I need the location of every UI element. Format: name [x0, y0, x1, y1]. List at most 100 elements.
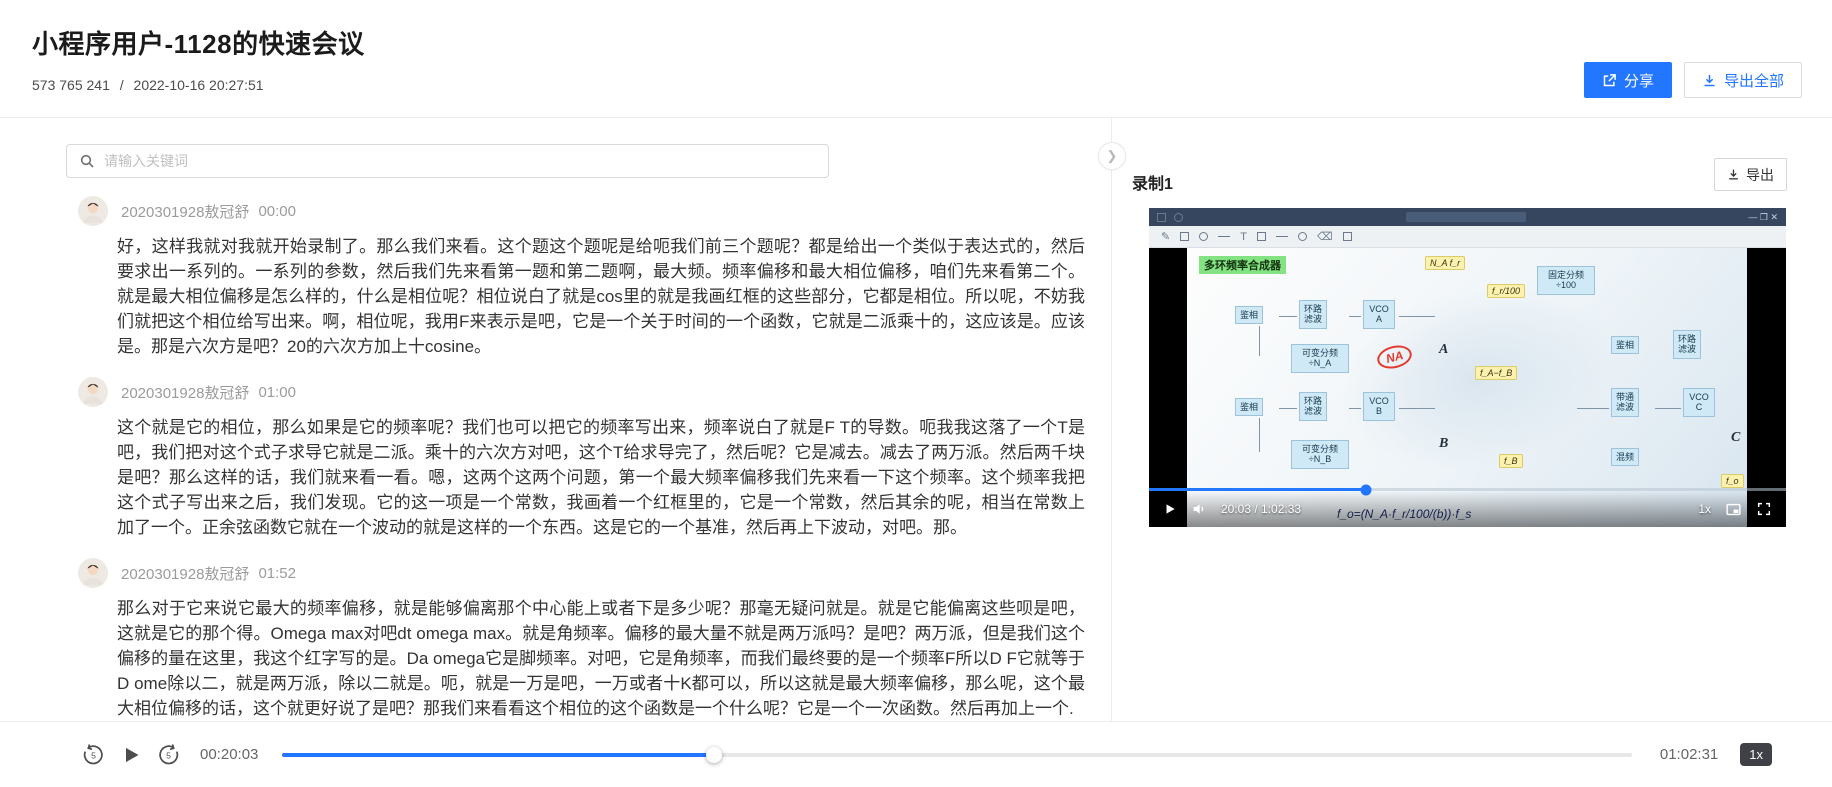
toolbar-glyph: ⌫	[1317, 230, 1333, 243]
collapse-panel-button[interactable]: ❯	[1098, 142, 1126, 170]
diagram-tag: f_A−f_B	[1475, 366, 1517, 380]
diagram-block: VCO C	[1683, 388, 1715, 417]
diagram-tag: f_B	[1499, 454, 1523, 468]
toolbar-glyph	[1276, 236, 1288, 237]
rewind-5-icon: 5	[82, 743, 105, 766]
meeting-meta: 573 765 241 / 2022-10-16 20:27:51	[32, 77, 1800, 93]
share-label: 分享	[1624, 70, 1654, 91]
diagram-block: 混频	[1611, 448, 1639, 466]
keyword-search-box[interactable]	[66, 144, 829, 178]
page-header: 小程序用户-1128的快速会议 573 765 241 / 2022-10-16…	[0, 0, 1832, 117]
transcript-text[interactable]: 好，这样我就对我就开始录制了。那么我们来看。这个题这个题呢是给呃我们前三个题呢？…	[117, 234, 1085, 359]
playback-bar: 5 5 00:20:03 01:02:31 1x	[0, 721, 1832, 787]
rewind-5s-button[interactable]: 5	[82, 743, 105, 766]
svg-text:5: 5	[166, 750, 171, 760]
recording-panel: 录制1 导出 — ❐ ✕ ✎ T	[1112, 118, 1832, 721]
diagram-block: 鉴相	[1611, 336, 1639, 354]
download-icon	[1702, 73, 1717, 88]
loop-letter: C	[1731, 430, 1740, 446]
fullscreen-icon	[1756, 501, 1772, 517]
toolbar-glyph	[1180, 232, 1189, 241]
search-icon	[79, 153, 95, 169]
export-all-label: 导出全部	[1724, 70, 1784, 91]
video-time-display: 20:03 / 1:02:33	[1221, 502, 1301, 516]
export-label: 导出	[1746, 165, 1774, 185]
header-actions: 分享 导出全部	[1584, 62, 1802, 98]
toolbar-glyph: T	[1240, 231, 1247, 243]
window-controls: — ❐ ✕	[1748, 212, 1778, 223]
meeting-datetime: 2022-10-16 20:27:51	[134, 77, 264, 93]
avatar	[78, 558, 108, 588]
drawing-toolbar: ✎ T ⌫	[1149, 226, 1786, 248]
play-button[interactable]	[121, 745, 141, 765]
diagram-block: 环路滤波	[1299, 392, 1327, 421]
toolbar-glyph	[1174, 213, 1183, 222]
video-app-titlebar: — ❐ ✕	[1149, 208, 1786, 226]
entry-header: 2020301928敖冠舒 01:52	[66, 558, 1111, 588]
pip-button[interactable]	[1725, 501, 1742, 518]
share-button[interactable]: 分享	[1584, 62, 1672, 98]
video-surface[interactable]: 多环频率合成器	[1149, 248, 1786, 527]
download-icon	[1727, 168, 1740, 181]
recording-title: 录制1	[1132, 170, 1173, 194]
speaker-name: 2020301928敖冠舒	[121, 382, 249, 403]
loop-letter: B	[1439, 436, 1448, 452]
current-time: 00:20:03	[200, 746, 264, 763]
diagram-block: 固定分频 ÷100	[1537, 266, 1595, 295]
search-input[interactable]	[104, 153, 816, 169]
video-controls: 20:03 / 1:02:33 1x	[1149, 491, 1786, 527]
chevron-right-icon: ❯	[1107, 148, 1118, 163]
diagram-block: 鉴相	[1235, 398, 1263, 416]
volume-icon	[1191, 501, 1207, 517]
slide-title: 多环频率合成器	[1199, 256, 1286, 274]
export-all-button[interactable]: 导出全部	[1684, 62, 1802, 98]
transcript-text[interactable]: 那么对于它来说它最大的频率偏移，就是能够偏离那个中心能上或者下是多少呢？那毫无疑…	[117, 596, 1085, 721]
video-play-button[interactable]	[1163, 502, 1177, 516]
entry-timestamp: 01:52	[258, 565, 296, 582]
forward-5-icon: 5	[157, 743, 180, 766]
diagram-tag: f_o	[1721, 474, 1744, 488]
speaker-name: 2020301928敖冠舒	[121, 201, 249, 222]
share-icon	[1602, 73, 1617, 88]
avatar	[78, 377, 108, 407]
toolbar-glyph: ✎	[1161, 230, 1170, 243]
playback-speed-button[interactable]: 1x	[1740, 743, 1772, 766]
diagram-tag: N_A f_r	[1425, 256, 1465, 270]
diagram-block: 环路滤波	[1299, 300, 1327, 329]
fullscreen-button[interactable]	[1756, 501, 1772, 517]
toolbar-glyph	[1199, 232, 1208, 241]
diagram-block: 可变分频 ÷N_A	[1291, 344, 1349, 373]
entry-timestamp: 00:00	[258, 203, 296, 220]
meta-divider: /	[120, 77, 124, 93]
loop-letter: A	[1439, 342, 1448, 358]
volume-button[interactable]	[1191, 501, 1207, 517]
meeting-recording-page: 小程序用户-1128的快速会议 573 765 241 / 2022-10-16…	[0, 0, 1832, 787]
toolbar-glyph	[1218, 236, 1230, 237]
window-title-pill	[1406, 212, 1526, 222]
playback-slider-fill	[282, 753, 714, 757]
toolbar-glyph	[1298, 232, 1307, 241]
diagram-block: 可变分频 ÷N_B	[1291, 440, 1349, 469]
play-icon	[1163, 502, 1177, 516]
diagram-block: 鉴相	[1235, 306, 1263, 324]
play-icon	[121, 745, 141, 765]
avatar	[78, 196, 108, 226]
transcript-entry: 2020301928敖冠舒 01:00 这个就是它的相位，那么如果是它的频率呢？…	[66, 377, 1111, 540]
video-player[interactable]: — ❐ ✕ ✎ T ⌫ 多环频率合成器	[1149, 208, 1786, 527]
pip-icon	[1725, 501, 1742, 518]
transcript-entry: 2020301928敖冠舒 00:00 好，这样我就对我就开始录制了。那么我们来…	[66, 196, 1111, 359]
diagram-block: 环路滤波	[1673, 330, 1701, 359]
toolbar-glyph	[1257, 232, 1266, 241]
toolbar-glyph	[1157, 213, 1166, 222]
video-speed-button[interactable]: 1x	[1698, 502, 1711, 516]
entry-timestamp: 01:00	[258, 384, 296, 401]
playback-slider-handle[interactable]	[706, 747, 722, 763]
lecture-slide: 多环频率合成器	[1187, 248, 1747, 527]
forward-5s-button[interactable]: 5	[157, 743, 180, 766]
diagram-tag: f_r/100	[1487, 284, 1525, 298]
transcript-text[interactable]: 这个就是它的相位，那么如果是它的频率呢？我们也可以把它的频率写出来，频率说白了就…	[117, 415, 1085, 540]
diagram-block: VCO B	[1363, 392, 1395, 421]
playback-slider[interactable]	[282, 753, 1632, 757]
export-recording-button[interactable]: 导出	[1714, 158, 1787, 191]
diagram-block: 带通滤波	[1611, 388, 1639, 417]
